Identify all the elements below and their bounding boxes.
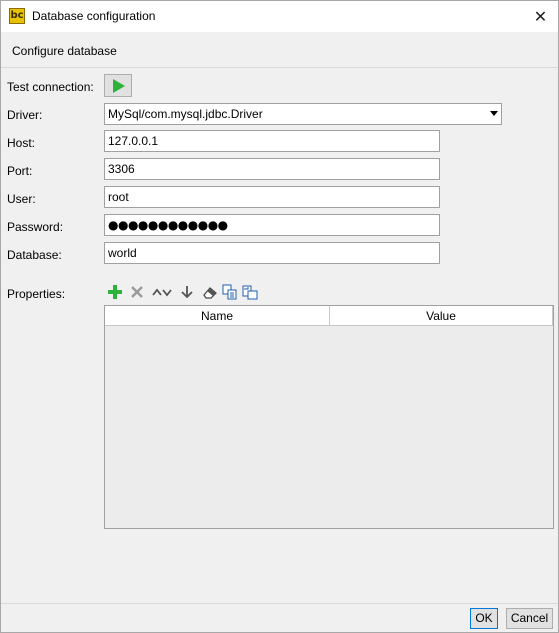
eraser-icon[interactable] <box>202 284 218 300</box>
header-title: Configure database <box>12 44 117 58</box>
properties-table[interactable]: Name Value <box>104 305 554 529</box>
cancel-button[interactable]: Cancel <box>506 608 553 629</box>
driver-label: Driver: <box>7 108 43 122</box>
test-connection-label: Test connection: <box>7 80 94 94</box>
user-field[interactable]: root <box>104 186 440 208</box>
title-bar[interactable]: bc Database configuration ✕ <box>1 1 558 32</box>
database-label: Database: <box>7 248 62 262</box>
user-label: User: <box>7 192 36 206</box>
dialog-header: Configure database <box>1 32 558 68</box>
test-connection-button[interactable] <box>104 74 132 97</box>
port-field[interactable]: 3306 <box>104 158 440 180</box>
copy-icon[interactable] <box>222 284 238 300</box>
download-icon[interactable] <box>179 284 195 300</box>
driver-value: MySql/com.mysql.jdbc.Driver <box>108 107 263 121</box>
remove-icon[interactable] <box>129 284 145 300</box>
password-label: Password: <box>7 220 64 234</box>
database-field[interactable]: world <box>104 242 440 264</box>
chevron-down-icon <box>490 111 498 116</box>
play-icon <box>113 79 125 93</box>
properties-label: Properties: <box>7 287 66 301</box>
database-configuration-dialog: bc Database configuration ✕ Configure da… <box>0 0 559 633</box>
password-field[interactable]: ●●●●●●●●●●●● <box>104 214 440 236</box>
properties-table-header: Name Value <box>105 306 553 326</box>
ok-button[interactable]: OK <box>470 608 498 629</box>
close-button[interactable]: ✕ <box>523 1 558 32</box>
window-title: Database configuration <box>32 9 156 23</box>
driver-select[interactable]: MySql/com.mysql.jdbc.Driver <box>104 103 502 125</box>
column-header-value[interactable]: Value <box>330 306 553 326</box>
port-label: Port: <box>7 164 33 178</box>
paste-icon[interactable] <box>242 284 258 300</box>
footer-divider <box>1 603 558 604</box>
move-down-icon[interactable] <box>161 284 177 300</box>
host-label: Host: <box>7 136 36 150</box>
bc-app-icon: bc <box>9 8 25 24</box>
host-field[interactable]: 127.0.0.1 <box>104 130 440 152</box>
add-icon[interactable] <box>107 284 123 300</box>
column-header-name[interactable]: Name <box>105 306 330 326</box>
